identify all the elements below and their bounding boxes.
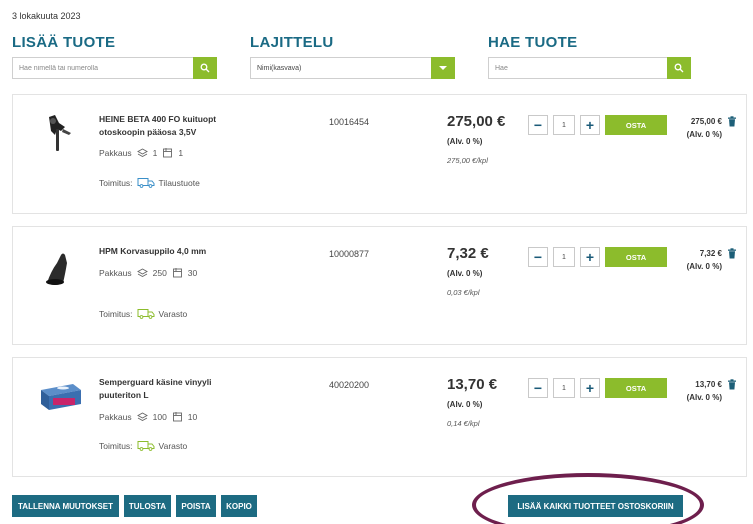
search-icon: [200, 63, 210, 73]
delete-button[interactable]: POISTA: [176, 495, 216, 517]
add-product-title: LISÄÄ TUOTE: [12, 34, 116, 51]
pack-icon: [136, 147, 148, 157]
product-code: 10016454: [329, 117, 370, 127]
product-price: 7,32 €: [447, 245, 489, 262]
line-vat: (Alv. 0 %): [686, 393, 722, 402]
search-icon: [674, 63, 684, 73]
line-total: 13,70 €: [695, 380, 722, 389]
pack-icon: [136, 267, 148, 277]
line-vat: (Alv. 0 %): [686, 262, 722, 271]
box-icon: [163, 148, 173, 158]
product-vat: (Alv. 0 %): [447, 137, 483, 146]
product-name[interactable]: HEINE BETA 400 FO kuituopt otoskoopin pä…: [99, 113, 249, 139]
search-input[interactable]: [489, 58, 667, 78]
box-qty: 30: [187, 267, 198, 278]
product-name[interactable]: HPM Korvasuppilo 4,0 mm: [99, 245, 249, 258]
date-label: 3 lokakuuta 2023: [12, 11, 81, 21]
dropdown-arrow-icon: [439, 66, 447, 70]
trash-icon[interactable]: [727, 248, 737, 259]
product-name[interactable]: Semperguard käsine vinyyli puuteriton L: [99, 376, 249, 402]
line-vat: (Alv. 0 %): [686, 130, 722, 139]
product-pack: Pakkaus 1 1: [99, 147, 183, 158]
product-row: Semperguard käsine vinyyli puuteriton L …: [12, 357, 747, 477]
delivery-status: Varasto: [158, 440, 188, 451]
box-qty: 10: [187, 411, 198, 422]
ear-speculum-image: [46, 253, 67, 285]
glove-box-image: [41, 384, 81, 410]
sort-select-value: Nimi(kasvava): [257, 64, 302, 72]
pack-label: Pakkaus: [99, 267, 132, 278]
trash-icon[interactable]: [727, 116, 737, 127]
delivery-label: Toimitus:: [99, 440, 133, 451]
qty-input[interactable]: 1: [553, 115, 575, 135]
pack-label: Pakkaus: [99, 147, 132, 158]
delivery-status: Varasto: [158, 308, 188, 319]
truck-icon: [137, 178, 155, 188]
product-price: 13,70 €: [447, 376, 498, 393]
add-product-field: [12, 57, 217, 79]
buy-button[interactable]: OSTA: [605, 378, 667, 398]
buy-button[interactable]: OSTA: [605, 115, 667, 135]
box-icon: [172, 268, 182, 278]
truck-icon: [137, 309, 155, 319]
product-code: 40020200: [329, 380, 370, 390]
line-total: 7,32 €: [699, 249, 722, 258]
qty-plus-button[interactable]: +: [580, 378, 600, 398]
box-icon: [172, 412, 182, 422]
delivery-label: Toimitus:: [99, 308, 133, 319]
qty-minus-button[interactable]: −: [528, 247, 548, 267]
otoscope-image: [49, 115, 71, 151]
delivery-status: Tilaustuote: [158, 177, 200, 188]
qty-minus-button[interactable]: −: [528, 378, 548, 398]
qty-plus-button[interactable]: +: [580, 115, 600, 135]
product-delivery: Toimitus: Tilaustuote: [99, 177, 200, 188]
product-row: HPM Korvasuppilo 4,0 mm Pakkaus 250 30 T…: [12, 226, 747, 345]
product-vat: (Alv. 0 %): [447, 269, 483, 278]
qty-minus-button[interactable]: −: [528, 115, 548, 135]
add-product-search-button[interactable]: [193, 57, 217, 79]
box-qty: 1: [178, 147, 184, 158]
product-pack: Pakkaus 250 30: [99, 267, 197, 278]
trash-icon[interactable]: [727, 379, 737, 390]
pack-icon: [136, 411, 148, 421]
pack-qty: 100: [152, 411, 167, 422]
qty-input[interactable]: 1: [553, 247, 575, 267]
search-title: HAE TUOTE: [488, 34, 578, 51]
product-code: 10000877: [329, 249, 370, 259]
product-delivery: Toimitus: Varasto: [99, 440, 187, 451]
search-button[interactable]: [667, 57, 691, 79]
truck-icon: [137, 441, 155, 451]
pack-qty: 250: [152, 267, 167, 278]
product-row: HEINE BETA 400 FO kuituopt otoskoopin pä…: [12, 94, 747, 214]
sort-select[interactable]: Nimi(kasvava): [250, 57, 455, 79]
unit-price: 275,00 €/kpl: [447, 156, 488, 165]
copy-button[interactable]: KOPIO: [221, 495, 257, 517]
qty-plus-button[interactable]: +: [580, 247, 600, 267]
product-price: 275,00 €: [447, 113, 506, 130]
qty-input[interactable]: 1: [553, 378, 575, 398]
sorting-title: LAJITTELU: [250, 34, 334, 51]
add-product-input[interactable]: [13, 58, 193, 78]
buy-button[interactable]: OSTA: [605, 247, 667, 267]
delivery-label: Toimitus:: [99, 177, 133, 188]
line-total: 275,00 €: [690, 117, 722, 126]
sort-dropdown-button[interactable]: [431, 57, 455, 79]
add-all-to-cart-button[interactable]: LISÄÄ KAIKKI TUOTTEET OSTOSKORIIN: [508, 495, 683, 517]
search-field: [488, 57, 691, 79]
print-button[interactable]: TULOSTA: [124, 495, 171, 517]
unit-price: 0,14 €/kpl: [447, 419, 480, 428]
product-delivery: Toimitus: Varasto: [99, 308, 187, 319]
product-pack: Pakkaus 100 10: [99, 411, 197, 422]
pack-label: Pakkaus: [99, 411, 132, 422]
product-vat: (Alv. 0 %): [447, 400, 483, 409]
save-changes-button[interactable]: TALLENNA MUUTOKSET: [12, 495, 119, 517]
unit-price: 0,03 €/kpl: [447, 288, 480, 297]
pack-qty: 1: [152, 147, 158, 158]
